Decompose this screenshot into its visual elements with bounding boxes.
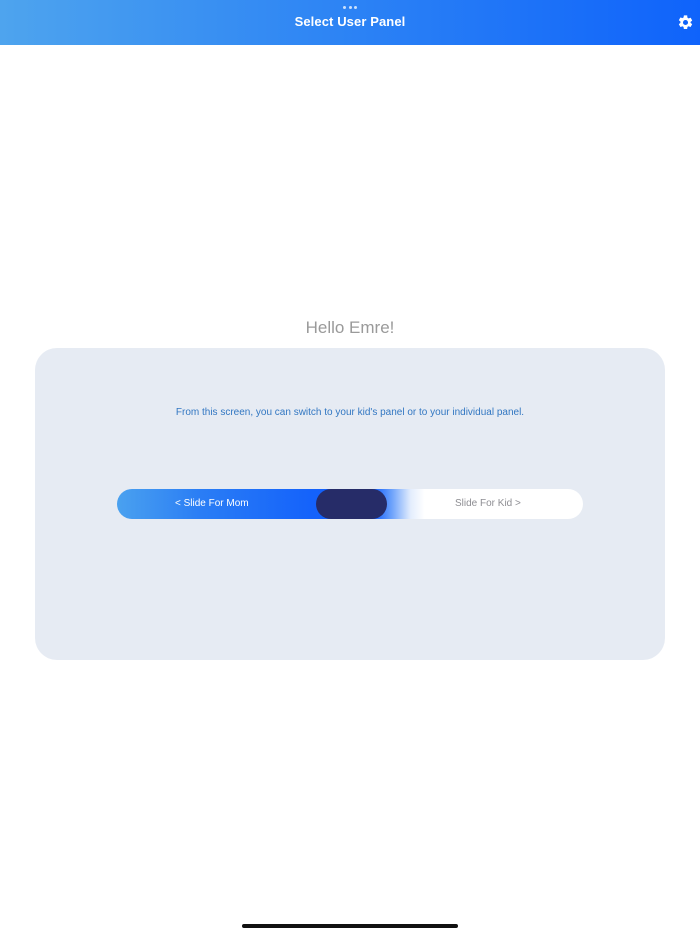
slide-for-kid-label: Slide For Kid >	[455, 498, 521, 509]
top-bar: Select User Panel	[0, 0, 700, 45]
gear-icon[interactable]	[677, 14, 694, 31]
multitasking-dots-icon[interactable]	[343, 6, 357, 10]
slide-for-mom-label: < Slide For Mom	[175, 498, 249, 509]
greeting-text: Hello Emre!	[305, 318, 395, 337]
home-indicator[interactable]	[242, 924, 458, 928]
slider-handle[interactable]	[316, 489, 387, 519]
user-switch-slider[interactable]: < Slide For Mom Slide For Kid >	[117, 489, 583, 519]
page-title: Select User Panel	[294, 14, 406, 29]
user-panel-card: From this screen, you can switch to your…	[35, 348, 665, 660]
panel-description: From this screen, you can switch to your…	[175, 407, 525, 418]
